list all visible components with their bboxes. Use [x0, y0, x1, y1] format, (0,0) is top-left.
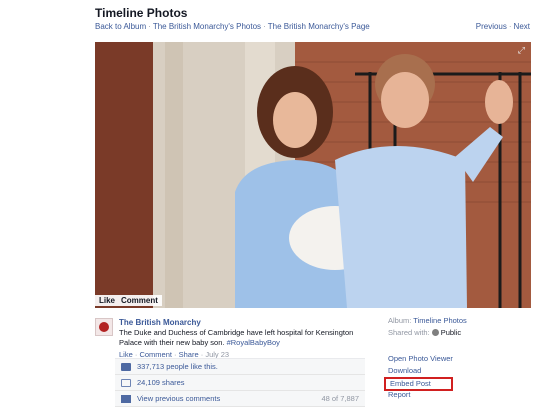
post-caption: The Duke and Duchess of Cambridge have l…: [119, 328, 369, 348]
download-link[interactable]: Download: [388, 365, 453, 377]
album-label: Album:: [388, 316, 412, 325]
next-link[interactable]: Next: [514, 22, 530, 31]
photo-pager: Previous · Next: [475, 22, 530, 31]
thumbs-up-icon: [121, 362, 131, 371]
shared-label: Shared with:: [388, 328, 430, 337]
comment-count: 48 of 7,887: [321, 394, 359, 403]
globe-icon: [431, 329, 439, 336]
breadcrumb: Back to Album · The British Monarchy's Pho…: [95, 22, 370, 31]
hashtag-link[interactable]: #RoyalBabyBoy: [227, 338, 280, 347]
share-icon: [121, 378, 131, 387]
previous-link[interactable]: Previous: [476, 22, 507, 31]
shares-count[interactable]: 24,109 shares: [137, 378, 185, 387]
page-name-link[interactable]: The British Monarchy: [119, 318, 201, 327]
photo-image: [95, 42, 531, 308]
album-photos-link[interactable]: The British Monarchy's Photos: [153, 22, 261, 31]
comment-icon: [121, 394, 131, 403]
comments-row[interactable]: View previous comments 48 of 7,887: [115, 391, 365, 407]
photo-actions: Like Comment: [95, 295, 162, 306]
photo-options: Open Photo Viewer Download Embed Post Re…: [384, 353, 453, 401]
crest-icon: [99, 322, 109, 332]
shares-row[interactable]: 24,109 shares: [115, 375, 365, 391]
privacy-value[interactable]: Public: [441, 328, 461, 337]
photo-sidebar: Album: Timeline Photos Shared with: Publi…: [384, 316, 538, 399]
page-link[interactable]: The British Monarchy's Page: [268, 22, 370, 31]
album-link[interactable]: Timeline Photos: [413, 316, 467, 325]
likes-row[interactable]: 337,713 people like this.: [115, 359, 365, 375]
expand-icon[interactable]: ⤢: [518, 45, 525, 56]
open-photo-viewer-link[interactable]: Open Photo Viewer: [388, 353, 453, 365]
feedback-box: 337,713 people like this. 24,109 shares …: [115, 358, 365, 407]
privacy-info: Shared with: Public: [388, 328, 538, 337]
photo-comment-button[interactable]: Comment: [121, 296, 158, 305]
photo-like-button[interactable]: Like: [99, 296, 115, 305]
back-to-album-link[interactable]: Back to Album: [95, 22, 146, 31]
view-previous-comments-link[interactable]: View previous comments: [137, 394, 220, 403]
page-avatar[interactable]: [95, 318, 113, 336]
likes-count[interactable]: 337,713 people like this.: [137, 362, 218, 371]
main-photo[interactable]: ⤢ Like Comment: [95, 42, 531, 308]
album-title: Timeline Photos: [95, 6, 188, 20]
album-info: Album: Timeline Photos: [388, 316, 538, 325]
